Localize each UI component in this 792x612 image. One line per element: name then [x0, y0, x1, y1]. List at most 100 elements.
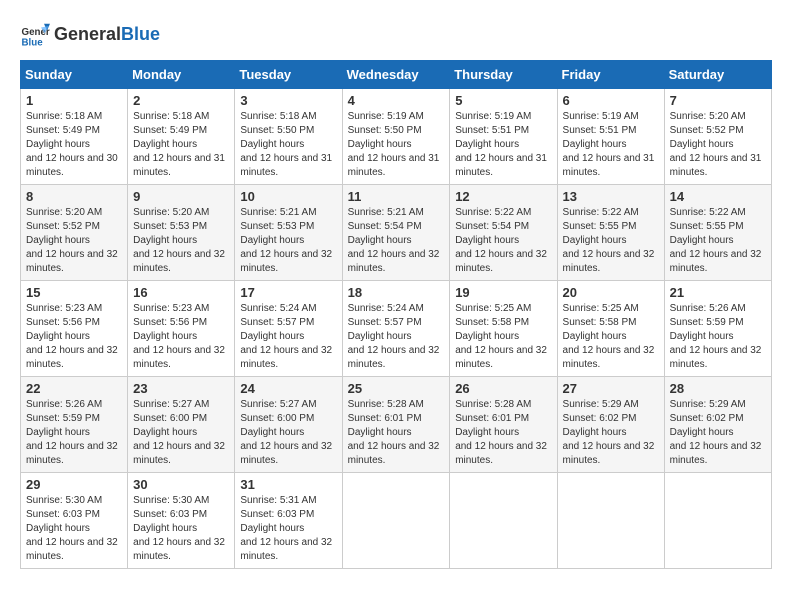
- calendar-day-7: 7 Sunrise: 5:20 AM Sunset: 5:52 PM Dayli…: [664, 89, 771, 185]
- day-number: 4: [348, 93, 445, 108]
- empty-cell: [450, 473, 557, 569]
- day-info: Sunrise: 5:20 AM Sunset: 5:52 PM Dayligh…: [670, 110, 766, 180]
- day-info: Sunrise: 5:24 AM Sunset: 5:57 PM Dayligh…: [348, 302, 445, 372]
- calendar-day-28: 28 Sunrise: 5:29 AM Sunset: 6:02 PM Dayl…: [664, 377, 771, 473]
- day-info: Sunrise: 5:27 AM Sunset: 6:00 PM Dayligh…: [133, 398, 229, 468]
- calendar-day-25: 25 Sunrise: 5:28 AM Sunset: 6:01 PM Dayl…: [342, 377, 450, 473]
- day-info: Sunrise: 5:25 AM Sunset: 5:58 PM Dayligh…: [455, 302, 551, 372]
- day-number: 1: [26, 93, 122, 108]
- day-number: 30: [133, 477, 229, 492]
- weekday-header-thursday: Thursday: [450, 61, 557, 89]
- calendar-day-8: 8 Sunrise: 5:20 AM Sunset: 5:52 PM Dayli…: [21, 185, 128, 281]
- day-number: 2: [133, 93, 229, 108]
- weekday-header-sunday: Sunday: [21, 61, 128, 89]
- calendar-day-27: 27 Sunrise: 5:29 AM Sunset: 6:02 PM Dayl…: [557, 377, 664, 473]
- day-info: Sunrise: 5:24 AM Sunset: 5:57 PM Dayligh…: [240, 302, 336, 372]
- calendar-day-24: 24 Sunrise: 5:27 AM Sunset: 6:00 PM Dayl…: [235, 377, 342, 473]
- weekday-header-tuesday: Tuesday: [235, 61, 342, 89]
- day-info: Sunrise: 5:30 AM Sunset: 6:03 PM Dayligh…: [133, 494, 229, 564]
- day-number: 3: [240, 93, 336, 108]
- calendar-header: SundayMondayTuesdayWednesdayThursdayFrid…: [21, 61, 772, 89]
- calendar-week-1: 1 Sunrise: 5:18 AM Sunset: 5:49 PM Dayli…: [21, 89, 772, 185]
- day-number: 9: [133, 189, 229, 204]
- day-number: 24: [240, 381, 336, 396]
- day-info: Sunrise: 5:23 AM Sunset: 5:56 PM Dayligh…: [133, 302, 229, 372]
- day-number: 7: [670, 93, 766, 108]
- calendar-day-16: 16 Sunrise: 5:23 AM Sunset: 5:56 PM Dayl…: [128, 281, 235, 377]
- empty-cell: [557, 473, 664, 569]
- day-number: 20: [563, 285, 659, 300]
- day-info: Sunrise: 5:19 AM Sunset: 5:51 PM Dayligh…: [563, 110, 659, 180]
- day-info: Sunrise: 5:28 AM Sunset: 6:01 PM Dayligh…: [455, 398, 551, 468]
- calendar-day-12: 12 Sunrise: 5:22 AM Sunset: 5:54 PM Dayl…: [450, 185, 557, 281]
- day-info: Sunrise: 5:22 AM Sunset: 5:55 PM Dayligh…: [563, 206, 659, 276]
- logo-icon: General Blue: [20, 20, 50, 50]
- day-number: 5: [455, 93, 551, 108]
- day-number: 19: [455, 285, 551, 300]
- page-header: General Blue GeneralBlue: [20, 20, 772, 50]
- empty-cell: [664, 473, 771, 569]
- day-info: Sunrise: 5:26 AM Sunset: 5:59 PM Dayligh…: [26, 398, 122, 468]
- calendar-body: 1 Sunrise: 5:18 AM Sunset: 5:49 PM Dayli…: [21, 89, 772, 569]
- calendar-day-17: 17 Sunrise: 5:24 AM Sunset: 5:57 PM Dayl…: [235, 281, 342, 377]
- calendar-day-1: 1 Sunrise: 5:18 AM Sunset: 5:49 PM Dayli…: [21, 89, 128, 185]
- day-info: Sunrise: 5:18 AM Sunset: 5:50 PM Dayligh…: [240, 110, 336, 180]
- calendar-day-5: 5 Sunrise: 5:19 AM Sunset: 5:51 PM Dayli…: [450, 89, 557, 185]
- day-info: Sunrise: 5:27 AM Sunset: 6:00 PM Dayligh…: [240, 398, 336, 468]
- day-number: 28: [670, 381, 766, 396]
- day-number: 18: [348, 285, 445, 300]
- day-number: 31: [240, 477, 336, 492]
- day-info: Sunrise: 5:20 AM Sunset: 5:53 PM Dayligh…: [133, 206, 229, 276]
- calendar-day-31: 31 Sunrise: 5:31 AM Sunset: 6:03 PM Dayl…: [235, 473, 342, 569]
- day-info: Sunrise: 5:29 AM Sunset: 6:02 PM Dayligh…: [670, 398, 766, 468]
- day-number: 17: [240, 285, 336, 300]
- day-info: Sunrise: 5:21 AM Sunset: 5:53 PM Dayligh…: [240, 206, 336, 276]
- day-info: Sunrise: 5:19 AM Sunset: 5:50 PM Dayligh…: [348, 110, 445, 180]
- day-info: Sunrise: 5:26 AM Sunset: 5:59 PM Dayligh…: [670, 302, 766, 372]
- calendar-day-2: 2 Sunrise: 5:18 AM Sunset: 5:49 PM Dayli…: [128, 89, 235, 185]
- calendar-day-4: 4 Sunrise: 5:19 AM Sunset: 5:50 PM Dayli…: [342, 89, 450, 185]
- day-info: Sunrise: 5:18 AM Sunset: 5:49 PM Dayligh…: [133, 110, 229, 180]
- calendar-week-2: 8 Sunrise: 5:20 AM Sunset: 5:52 PM Dayli…: [21, 185, 772, 281]
- empty-cell: [342, 473, 450, 569]
- day-number: 8: [26, 189, 122, 204]
- calendar-week-5: 29 Sunrise: 5:30 AM Sunset: 6:03 PM Dayl…: [21, 473, 772, 569]
- day-number: 25: [348, 381, 445, 396]
- calendar-table: SundayMondayTuesdayWednesdayThursdayFrid…: [20, 60, 772, 569]
- day-number: 12: [455, 189, 551, 204]
- day-number: 16: [133, 285, 229, 300]
- day-number: 26: [455, 381, 551, 396]
- day-info: Sunrise: 5:29 AM Sunset: 6:02 PM Dayligh…: [563, 398, 659, 468]
- day-info: Sunrise: 5:25 AM Sunset: 5:58 PM Dayligh…: [563, 302, 659, 372]
- day-info: Sunrise: 5:22 AM Sunset: 5:55 PM Dayligh…: [670, 206, 766, 276]
- calendar-day-21: 21 Sunrise: 5:26 AM Sunset: 5:59 PM Dayl…: [664, 281, 771, 377]
- calendar-day-14: 14 Sunrise: 5:22 AM Sunset: 5:55 PM Dayl…: [664, 185, 771, 281]
- day-info: Sunrise: 5:21 AM Sunset: 5:54 PM Dayligh…: [348, 206, 445, 276]
- svg-text:Blue: Blue: [22, 38, 44, 49]
- calendar-day-22: 22 Sunrise: 5:26 AM Sunset: 5:59 PM Dayl…: [21, 377, 128, 473]
- day-number: 21: [670, 285, 766, 300]
- calendar-day-3: 3 Sunrise: 5:18 AM Sunset: 5:50 PM Dayli…: [235, 89, 342, 185]
- calendar-day-19: 19 Sunrise: 5:25 AM Sunset: 5:58 PM Dayl…: [450, 281, 557, 377]
- day-info: Sunrise: 5:22 AM Sunset: 5:54 PM Dayligh…: [455, 206, 551, 276]
- calendar-day-15: 15 Sunrise: 5:23 AM Sunset: 5:56 PM Dayl…: [21, 281, 128, 377]
- calendar-day-29: 29 Sunrise: 5:30 AM Sunset: 6:03 PM Dayl…: [21, 473, 128, 569]
- day-info: Sunrise: 5:23 AM Sunset: 5:56 PM Dayligh…: [26, 302, 122, 372]
- calendar-day-30: 30 Sunrise: 5:30 AM Sunset: 6:03 PM Dayl…: [128, 473, 235, 569]
- calendar-day-13: 13 Sunrise: 5:22 AM Sunset: 5:55 PM Dayl…: [557, 185, 664, 281]
- logo-text: GeneralBlue: [54, 25, 160, 45]
- calendar-week-4: 22 Sunrise: 5:26 AM Sunset: 5:59 PM Dayl…: [21, 377, 772, 473]
- day-number: 11: [348, 189, 445, 204]
- day-info: Sunrise: 5:31 AM Sunset: 6:03 PM Dayligh…: [240, 494, 336, 564]
- day-number: 10: [240, 189, 336, 204]
- calendar-day-10: 10 Sunrise: 5:21 AM Sunset: 5:53 PM Dayl…: [235, 185, 342, 281]
- day-info: Sunrise: 5:20 AM Sunset: 5:52 PM Dayligh…: [26, 206, 122, 276]
- calendar-day-20: 20 Sunrise: 5:25 AM Sunset: 5:58 PM Dayl…: [557, 281, 664, 377]
- calendar-day-26: 26 Sunrise: 5:28 AM Sunset: 6:01 PM Dayl…: [450, 377, 557, 473]
- calendar-day-18: 18 Sunrise: 5:24 AM Sunset: 5:57 PM Dayl…: [342, 281, 450, 377]
- weekday-header-wednesday: Wednesday: [342, 61, 450, 89]
- day-number: 23: [133, 381, 229, 396]
- day-number: 27: [563, 381, 659, 396]
- day-info: Sunrise: 5:30 AM Sunset: 6:03 PM Dayligh…: [26, 494, 122, 564]
- day-number: 13: [563, 189, 659, 204]
